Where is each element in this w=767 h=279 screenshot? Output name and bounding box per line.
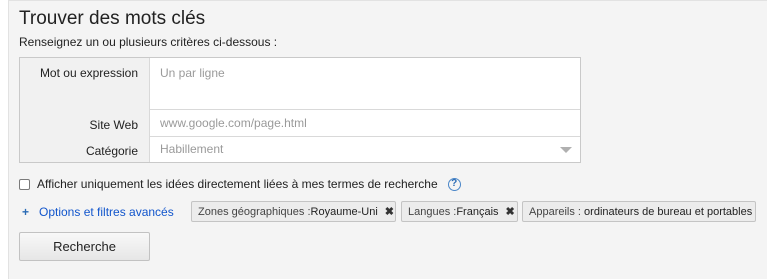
filter-chip-locations: Zones géographiques : Royaume-Uni ✖ (191, 201, 396, 222)
search-button[interactable]: Recherche (19, 232, 150, 261)
page-title: Trouver des mots clés (19, 8, 206, 29)
filter-chip-key: Appareils : (529, 205, 581, 218)
advanced-options-link[interactable]: Options et filtres avancés (39, 205, 174, 219)
category-label: Catégorie (85, 144, 138, 158)
filter-chip-value: ordinateurs de bureau et portables (584, 205, 753, 218)
filter-chip-value: Français (456, 205, 499, 218)
help-icon[interactable]: ? (447, 177, 461, 191)
exact-ideas-label[interactable]: Afficher uniquement les idées directemen… (37, 177, 438, 191)
criteria-form: Mot ou expression Site Web Catégorie Un … (19, 57, 581, 163)
advanced-options-toggle[interactable]: + Options et filtres avancés (21, 204, 174, 220)
plus-icon: + (21, 205, 29, 219)
website-label: Site Web (89, 118, 138, 132)
filter-chip-key: Zones géographiques : (198, 205, 311, 218)
form-labels-column: Mot ou expression Site Web Catégorie (20, 58, 150, 162)
close-icon[interactable]: ✖ (385, 205, 394, 218)
filter-chip-key: Langues : (408, 205, 457, 218)
category-select-value: Habillement (160, 142, 224, 156)
website-input[interactable]: www.google.com/page.html (149, 110, 580, 137)
category-select[interactable]: Habillement (149, 137, 580, 162)
exact-ideas-option: Afficher uniquement les idées directemen… (19, 176, 461, 192)
chevron-down-icon (560, 147, 572, 153)
keyword-textarea[interactable]: Un par ligne (149, 58, 580, 110)
filter-chip-devices[interactable]: Appareils : ordinateurs de bureau et por… (522, 201, 756, 222)
exact-ideas-checkbox[interactable] (19, 178, 30, 190)
keyword-label: Mot ou expression (39, 66, 138, 80)
page-subtitle: Renseignez un ou plusieurs critères ci-d… (19, 35, 278, 49)
filter-chip-value: Royaume-Uni (310, 205, 378, 218)
close-icon[interactable]: ✖ (506, 205, 515, 218)
filter-chip-languages: Langues : Français ✖ (401, 201, 518, 222)
